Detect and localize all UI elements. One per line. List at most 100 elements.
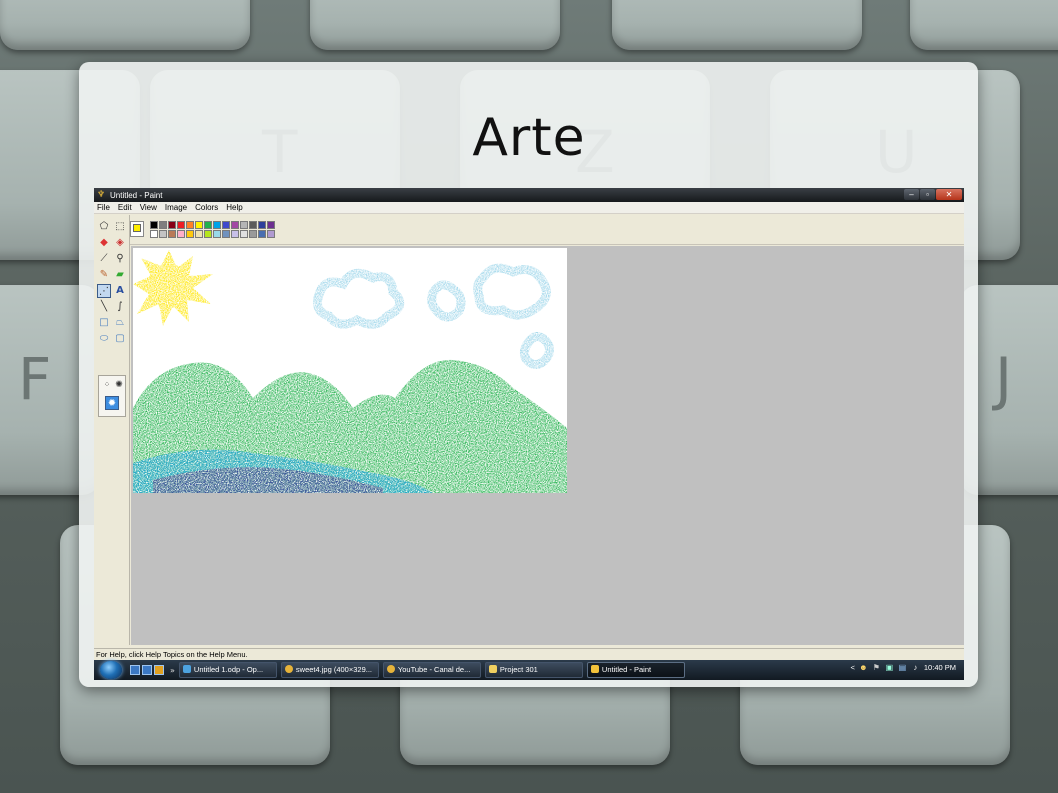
taskbar-button-label: Project 301 (499, 665, 538, 674)
minimize-button[interactable]: – (904, 189, 919, 200)
key-letter-f: F (18, 345, 52, 413)
brush-icon[interactable]: ▰ (113, 268, 127, 282)
taskbar-button-impress[interactable]: Untitled 1.odp - Op... (178, 662, 277, 678)
menu-bar: File Edit View Image Colors Help (94, 202, 964, 214)
color-swatch[interactable] (150, 221, 158, 229)
pencil-icon[interactable]: ✎ (97, 268, 111, 282)
quick-launch (130, 665, 164, 675)
color-swatch[interactable] (249, 221, 257, 229)
messenger-icon[interactable]: ☻ (859, 663, 868, 672)
free-select-icon[interactable]: ⬠ (97, 220, 111, 234)
impress-icon (182, 665, 191, 673)
menu-file[interactable]: File (94, 203, 114, 212)
switch-windows-icon[interactable] (142, 665, 152, 675)
color-swatch[interactable] (213, 221, 221, 229)
color-swatch[interactable] (240, 230, 248, 238)
network-icon[interactable]: ▣ (885, 663, 894, 672)
menu-image[interactable]: Image (161, 203, 191, 212)
clock[interactable]: 10:40 PM (924, 663, 956, 672)
maximize-button[interactable]: ▫ (920, 189, 935, 200)
tool-options-panel: ⁘ ✺ ✹ (98, 375, 126, 417)
window-title: Untitled - Paint (110, 190, 163, 200)
sun-drawing (133, 250, 213, 326)
rounded-rect-icon[interactable]: ▢ (113, 332, 127, 346)
color-swatch[interactable] (150, 230, 158, 238)
drawing-artwork (133, 250, 567, 493)
color-swatch[interactable] (222, 230, 230, 238)
eraser-icon[interactable]: ◆ (97, 236, 111, 250)
fill-bucket-icon[interactable]: ◈ (113, 236, 127, 250)
spray-large-icon[interactable]: ✹ (105, 396, 119, 410)
magnifier-icon[interactable]: ⚲ (113, 252, 127, 266)
current-colors[interactable] (130, 221, 144, 237)
taskbar-button-label: sweet4.jpg (400×329... (295, 665, 373, 674)
text-tool-icon[interactable]: A (113, 284, 127, 298)
menu-view[interactable]: View (136, 203, 161, 212)
rect-select-icon[interactable]: ⬚ (113, 220, 127, 234)
color-swatch[interactable] (177, 221, 185, 229)
tool-box: ⬠ ⬚ ◆ ◈ ⟋ ⚲ ✎ ▰ ⋰ A ╲ ∫ □ ⏢ ⬭ ▢ ⁘ ✺ ✹ (94, 215, 130, 645)
chrome-icon (386, 665, 395, 673)
color-swatch[interactable] (258, 221, 266, 229)
rectangle-icon[interactable]: □ (97, 316, 111, 330)
color-swatch[interactable] (177, 230, 185, 238)
media-player-icon[interactable] (154, 665, 164, 675)
quick-launch-chevron[interactable]: » (170, 666, 175, 675)
foreground-color (133, 224, 141, 232)
color-swatch[interactable] (186, 221, 194, 229)
menu-colors[interactable]: Colors (191, 203, 222, 212)
keyboard-key (612, 0, 862, 50)
color-swatch[interactable] (204, 230, 212, 238)
curve-icon[interactable]: ∫ (113, 300, 127, 314)
color-swatch[interactable] (240, 221, 248, 229)
color-swatch[interactable] (168, 221, 176, 229)
color-swatch[interactable] (231, 230, 239, 238)
polygon-icon[interactable]: ⏢ (113, 316, 127, 330)
line-icon[interactable]: ╲ (97, 300, 111, 314)
color-swatch[interactable] (267, 221, 275, 229)
color-swatch[interactable] (159, 230, 167, 238)
color-swatch[interactable] (222, 221, 230, 229)
color-swatch[interactable] (267, 230, 275, 238)
spray-medium-icon[interactable]: ✺ (112, 378, 126, 392)
slide-title: Arte (472, 108, 586, 168)
taskbar-button-label: Untitled - Paint (601, 665, 652, 674)
color-picker-icon[interactable]: ⟋ (97, 252, 111, 266)
flag-icon[interactable]: ⚑ (872, 663, 881, 672)
show-desktop-icon[interactable] (130, 665, 140, 675)
color-swatch[interactable] (159, 221, 167, 229)
color-swatch[interactable] (258, 230, 266, 238)
drawing-canvas[interactable] (133, 248, 567, 493)
display-icon[interactable]: ▤ (898, 663, 907, 672)
ellipse-icon[interactable]: ⬭ (97, 332, 111, 346)
color-swatch[interactable] (195, 221, 203, 229)
color-swatch[interactable] (231, 221, 239, 229)
menu-help[interactable]: Help (222, 203, 246, 212)
taskbar-button-label: Untitled 1.odp - Op... (193, 665, 264, 674)
color-swatch[interactable] (195, 230, 203, 238)
color-swatch[interactable] (168, 230, 176, 238)
folder-icon (488, 665, 497, 673)
color-swatch[interactable] (213, 230, 221, 238)
airbrush-icon[interactable]: ⋰ (97, 284, 111, 298)
taskbar-button-chrome-image[interactable]: sweet4.jpg (400×329... (280, 662, 379, 678)
taskbar-button-chrome-youtube[interactable]: YouTube - Canal de... (382, 662, 481, 678)
taskbar-button-project[interactable]: Project 301 (484, 662, 583, 678)
keyboard-key (0, 0, 250, 50)
canvas-workspace (131, 246, 964, 645)
keyboard-key (910, 0, 1058, 50)
start-button[interactable] (100, 661, 122, 679)
volume-icon[interactable]: ♪ (911, 663, 920, 672)
window-controls: – ▫ ✕ (904, 189, 962, 200)
taskbar-button-label: YouTube - Canal de... (397, 665, 471, 674)
color-swatch[interactable] (186, 230, 194, 238)
color-swatch[interactable] (204, 221, 212, 229)
color-swatch[interactable] (249, 230, 257, 238)
clouds-drawing (313, 263, 554, 369)
taskbar-button-paint[interactable]: Untitled - Paint (586, 662, 685, 678)
menu-edit[interactable]: Edit (114, 203, 136, 212)
close-button[interactable]: ✕ (936, 189, 962, 200)
chrome-icon (284, 665, 293, 673)
tray-chevron[interactable]: < (851, 663, 855, 672)
title-bar[interactable]: ♆ Untitled - Paint – ▫ ✕ (94, 188, 964, 202)
